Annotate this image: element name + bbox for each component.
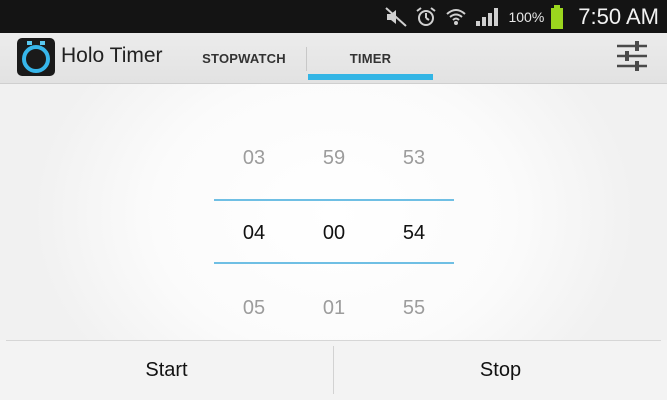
settings-button[interactable] bbox=[610, 38, 654, 78]
minutes-prev[interactable]: 59 bbox=[294, 147, 374, 170]
battery-charging-icon bbox=[550, 4, 564, 30]
tab-stopwatch[interactable]: STOPWATCH bbox=[184, 33, 304, 83]
selection-line-bottom bbox=[214, 262, 454, 264]
status-clock: 7:50 AM bbox=[578, 3, 659, 29]
start-button[interactable]: Start bbox=[0, 341, 333, 400]
timer-picker: 03 04 05 59 00 01 53 54 55 bbox=[0, 84, 667, 340]
seconds-prev[interactable]: 53 bbox=[374, 147, 454, 170]
stop-button[interactable]: Stop bbox=[334, 341, 667, 400]
sliders-icon bbox=[615, 40, 649, 77]
hours-current[interactable]: 04 bbox=[214, 222, 294, 245]
action-bar: Holo Timer STOPWATCH TIMER bbox=[0, 33, 667, 84]
status-bar: 100% 7:50 AM bbox=[0, 0, 667, 33]
hours-picker[interactable]: 03 04 05 bbox=[214, 84, 294, 340]
minutes-next[interactable]: 01 bbox=[294, 297, 374, 320]
seconds-next[interactable]: 55 bbox=[374, 297, 454, 320]
tab-divider bbox=[306, 47, 307, 71]
hours-prev[interactable]: 03 bbox=[214, 147, 294, 170]
signal-icon bbox=[474, 6, 500, 28]
stopwatch-icon[interactable] bbox=[17, 38, 55, 76]
minutes-current[interactable]: 00 bbox=[294, 222, 374, 245]
wifi-icon bbox=[444, 6, 468, 28]
button-bar: Start Stop bbox=[0, 340, 667, 400]
seconds-picker[interactable]: 53 54 55 bbox=[374, 84, 454, 340]
app-title: Holo Timer bbox=[61, 44, 163, 67]
mute-icon bbox=[384, 6, 408, 28]
selection-line-top bbox=[214, 199, 454, 201]
tab-selected-indicator bbox=[308, 74, 433, 80]
seconds-current[interactable]: 54 bbox=[374, 222, 454, 245]
alarm-icon bbox=[414, 6, 438, 28]
battery-percent: 100% bbox=[508, 8, 545, 25]
hours-next[interactable]: 05 bbox=[214, 297, 294, 320]
status-icons: 100% 7:50 AM bbox=[384, 0, 659, 33]
minutes-picker[interactable]: 59 00 01 bbox=[294, 84, 374, 340]
